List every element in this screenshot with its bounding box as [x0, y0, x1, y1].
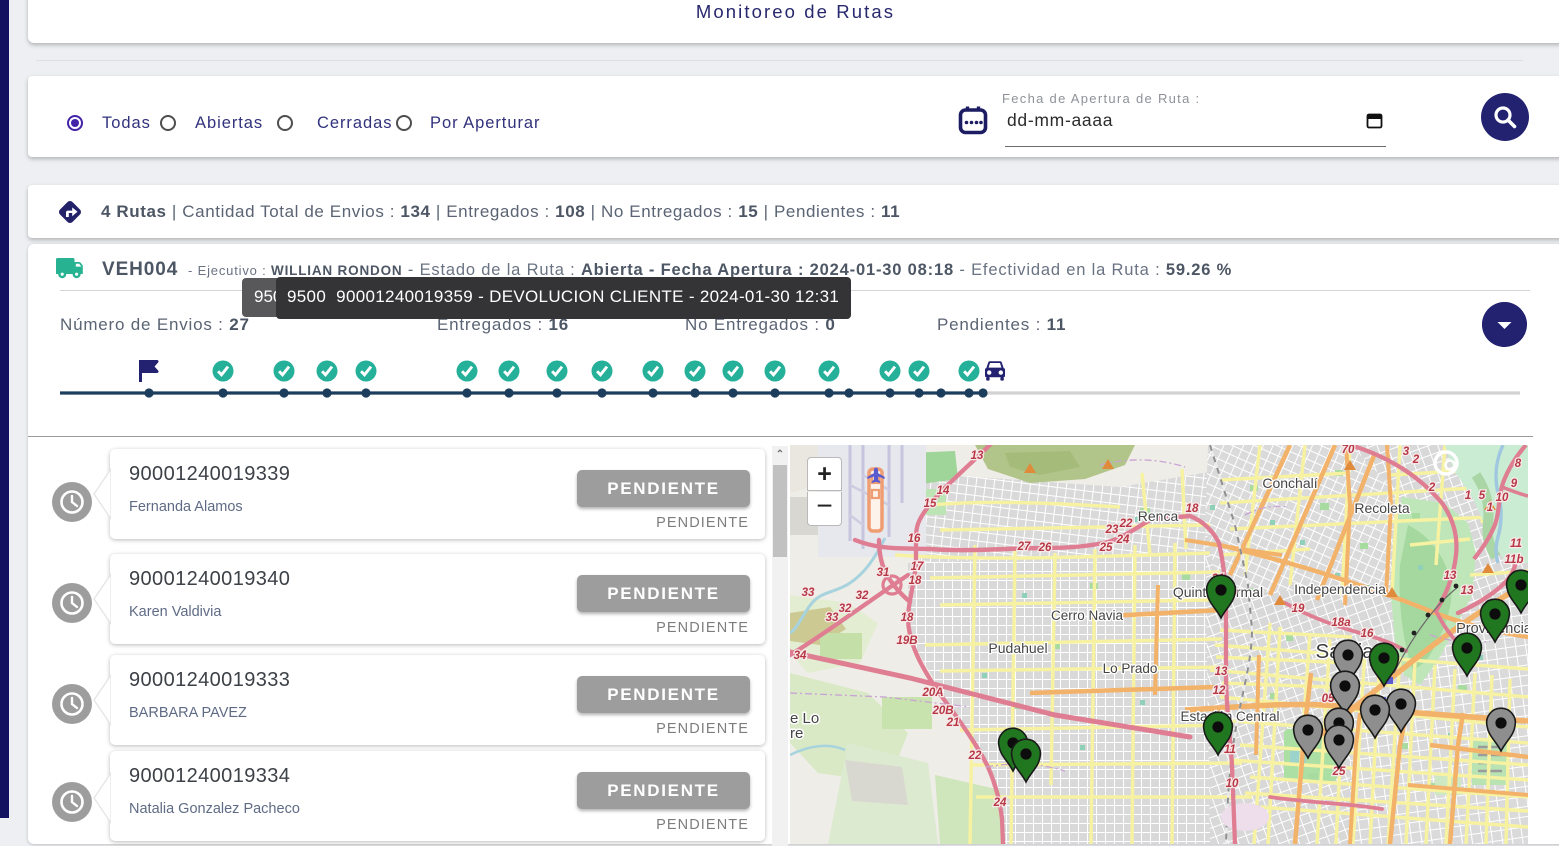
svg-text:Cerro Navia: Cerro Navia [1051, 608, 1124, 623]
svg-text:10: 10 [1226, 778, 1239, 790]
svg-text:19: 19 [1292, 603, 1305, 615]
svg-text:70: 70 [1342, 445, 1355, 456]
svg-text:21: 21 [946, 717, 960, 729]
svg-text:20A: 20A [921, 687, 943, 699]
svg-text:re: re [790, 725, 803, 742]
svg-text:Independencia: Independencia [1294, 581, 1386, 597]
svg-text:13: 13 [1215, 666, 1228, 678]
svg-text:11b: 11b [1505, 554, 1524, 566]
svg-text:18a: 18a [1331, 617, 1351, 629]
svg-text:1: 1 [1487, 502, 1493, 514]
svg-text:5: 5 [1479, 490, 1486, 502]
svg-text:26: 26 [1038, 542, 1052, 554]
svg-text:25: 25 [1099, 542, 1113, 554]
svg-text:18: 18 [909, 575, 922, 587]
svg-text:Recoleta: Recoleta [1354, 500, 1409, 516]
svg-text:2: 2 [1412, 454, 1420, 466]
svg-text:3: 3 [1403, 446, 1410, 458]
svg-text:22: 22 [1119, 518, 1133, 530]
svg-text:9: 9 [1511, 478, 1518, 490]
svg-text:Renca: Renca [1138, 508, 1179, 524]
svg-text:11: 11 [1224, 744, 1236, 756]
svg-text:14: 14 [937, 485, 950, 497]
svg-text:23: 23 [1105, 524, 1119, 536]
svg-text:13: 13 [1444, 570, 1457, 582]
svg-text:17: 17 [911, 561, 924, 573]
svg-text:20B: 20B [931, 705, 953, 717]
svg-text:19B: 19B [896, 635, 917, 647]
svg-text:24: 24 [993, 797, 1007, 809]
svg-text:12: 12 [1213, 685, 1226, 697]
svg-text:18: 18 [1186, 503, 1199, 515]
svg-text:Conchalí: Conchalí [1262, 475, 1317, 491]
svg-text:16: 16 [1361, 628, 1374, 640]
svg-text:31: 31 [877, 567, 890, 579]
svg-text:33: 33 [802, 587, 815, 599]
svg-text:10: 10 [1496, 492, 1509, 504]
svg-text:34: 34 [794, 650, 807, 662]
svg-text:32: 32 [856, 590, 869, 602]
svg-text:8: 8 [1515, 458, 1522, 470]
svg-text:22: 22 [968, 750, 982, 762]
svg-text:32: 32 [839, 603, 852, 615]
svg-text:Pudahuel: Pudahuel [988, 640, 1047, 656]
svg-text:Lo Prado: Lo Prado [1103, 661, 1158, 676]
svg-text:33: 33 [826, 612, 839, 624]
svg-text:2: 2 [1428, 482, 1436, 494]
svg-text:18: 18 [901, 612, 914, 624]
svg-text:15: 15 [924, 498, 937, 510]
svg-text:27: 27 [1017, 541, 1031, 553]
svg-text:16: 16 [908, 533, 921, 545]
svg-text:13: 13 [1461, 585, 1474, 597]
svg-text:1: 1 [1465, 490, 1471, 502]
svg-text:13: 13 [971, 450, 984, 462]
svg-text:11: 11 [1510, 538, 1522, 550]
